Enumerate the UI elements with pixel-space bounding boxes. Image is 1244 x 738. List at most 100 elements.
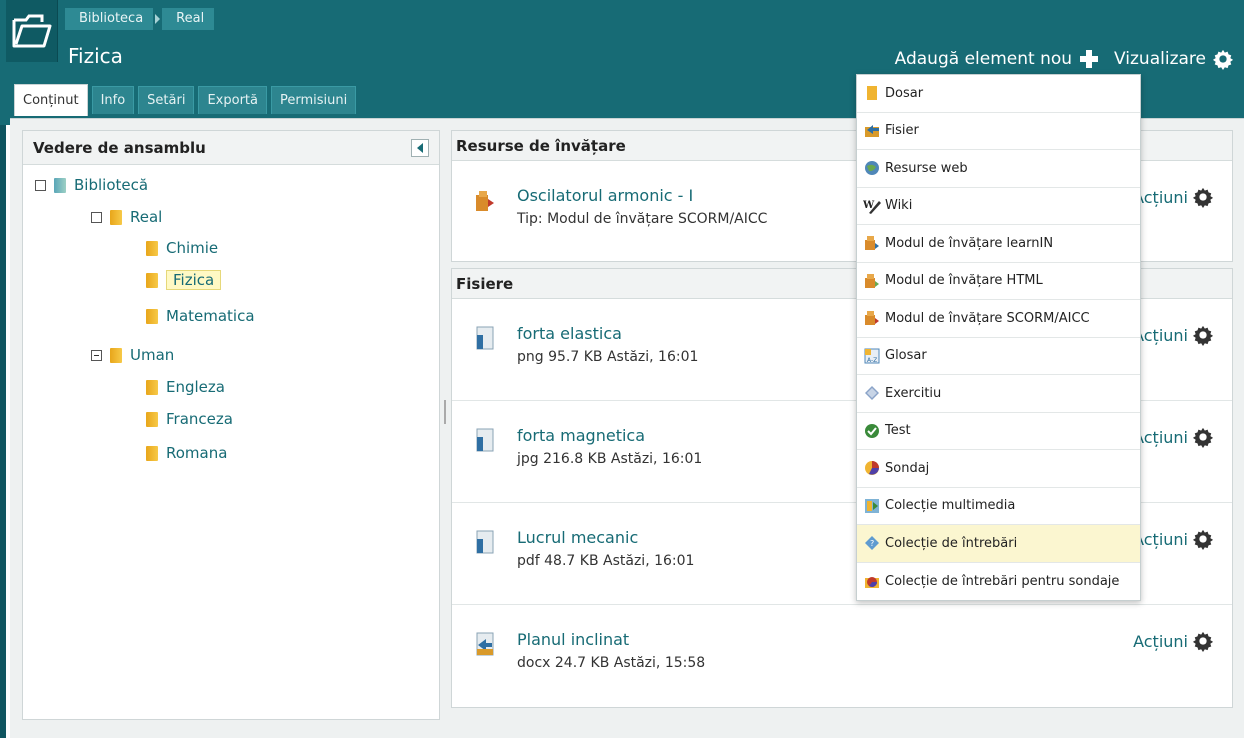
- actions-label: Acțiuni: [1133, 529, 1188, 549]
- breadcrumb-item-biblioteca[interactable]: Biblioteca: [65, 8, 154, 30]
- item-meta: jpg 216.8 KB Astăzi, 16:01: [517, 451, 703, 467]
- tree-item-label: Fizica: [166, 270, 222, 290]
- menu-item-colectie-intrebari-sondaje[interactable]: Colecție de întrebări pentru sondaje: [857, 563, 1140, 601]
- tree-item-real[interactable]: Real: [91, 205, 162, 229]
- gear-icon: [1212, 49, 1234, 70]
- actions-label: Acțiuni: [1133, 325, 1188, 345]
- gear-icon: [1192, 187, 1214, 208]
- menu-item-label: Sondaj: [885, 460, 930, 476]
- overview-title: Vedere de ansamblu: [33, 138, 206, 157]
- panel-splitter[interactable]: [444, 400, 446, 424]
- menu-item-colectie-multimedia[interactable]: Colecție multimedia: [857, 488, 1140, 525]
- menu-item-html-module[interactable]: Modul de învățare HTML: [857, 263, 1140, 300]
- glossary-icon: A-Z: [863, 347, 881, 365]
- expander-icon[interactable]: [35, 179, 46, 191]
- library-icon: [54, 177, 66, 193]
- menu-item-exercitiu[interactable]: Exercitiu: [857, 375, 1140, 413]
- menu-item-label: Colecție de întrebări pentru sondaje: [885, 573, 1120, 589]
- overview-header: Vedere de ansamblu: [23, 131, 439, 165]
- wiki-icon: W: [863, 197, 881, 215]
- add-element-dropdown: Dosar Fisier Resurse web W Wiki Modul de…: [856, 74, 1141, 601]
- actions-menu[interactable]: Acțiuni: [1133, 186, 1214, 208]
- tab-setari[interactable]: Setări: [138, 86, 195, 114]
- tree-item-label: Bibliotecă: [74, 176, 149, 194]
- plus-icon: [1080, 50, 1099, 68]
- menu-item-label: Colecție de întrebări: [885, 535, 1018, 551]
- item-meta: pdf 48.7 KB Astăzi, 16:01: [517, 553, 695, 569]
- actions-label: Acțiuni: [1133, 427, 1188, 447]
- actions-menu[interactable]: Acțiuni: [1133, 630, 1214, 652]
- menu-item-label: Modul de învățare SCORM/AICC: [885, 310, 1090, 326]
- tree-item-uman[interactable]: Uman: [91, 343, 174, 367]
- actions-menu[interactable]: Acțiuni: [1133, 528, 1214, 550]
- folder-icon: [146, 308, 158, 324]
- menu-item-test[interactable]: Test: [857, 413, 1140, 450]
- menu-item-label: Colecție multimedia: [885, 498, 1016, 514]
- scorm-module-icon: [476, 191, 494, 211]
- menu-item-label: Modul de învățare HTML: [885, 273, 1043, 289]
- menu-item-learnin-module[interactable]: Modul de învățare learnIN: [857, 225, 1140, 263]
- tab-permisiuni[interactable]: Permisiuni: [270, 86, 357, 114]
- media-icon: [863, 497, 881, 515]
- menu-item-dosar[interactable]: Dosar: [857, 75, 1140, 113]
- svg-text:A-Z: A-Z: [867, 357, 877, 364]
- tab-info[interactable]: Info: [91, 86, 135, 114]
- tree-item-fizica[interactable]: Fizica: [146, 268, 222, 292]
- expander-icon[interactable]: [91, 211, 102, 223]
- collapse-icon[interactable]: [91, 349, 102, 361]
- menu-item-fisier[interactable]: Fisier: [857, 113, 1140, 150]
- menu-item-label: Dosar: [885, 85, 924, 101]
- menu-item-wiki[interactable]: W Wiki: [857, 188, 1140, 225]
- menu-item-label: Glosar: [885, 348, 927, 364]
- actions-menu[interactable]: Acțiuni: [1133, 324, 1214, 346]
- module-icon: [863, 272, 881, 290]
- tree-item-label: Real: [130, 208, 163, 226]
- gear-icon: [1192, 325, 1214, 346]
- test-icon: [863, 422, 881, 440]
- survey-icon: [863, 459, 881, 477]
- tab-bar: Conținut Info Setări Exportă Permisiuni: [14, 84, 360, 116]
- tab-exporta[interactable]: Exportă: [198, 86, 267, 114]
- module-icon: [863, 234, 881, 252]
- tree-item-label: Matematica: [166, 307, 255, 325]
- item-title-link[interactable]: forta elastica: [517, 324, 622, 343]
- tree-item-franceza[interactable]: Franceza: [146, 407, 233, 431]
- view-button[interactable]: Vizualizare: [1114, 48, 1234, 70]
- menu-item-resurse-web[interactable]: Resurse web: [857, 150, 1140, 188]
- gear-icon: [1192, 631, 1214, 652]
- arrow-left-icon: [417, 143, 423, 153]
- svg-text:?: ?: [870, 539, 874, 548]
- tab-continut[interactable]: Conținut: [14, 84, 88, 116]
- actions-menu[interactable]: Acțiuni: [1133, 426, 1214, 448]
- item-title-link[interactable]: Lucrul mecanic: [517, 528, 638, 547]
- actions-label: Acțiuni: [1133, 187, 1188, 207]
- tree-item-matematica[interactable]: Matematica: [146, 304, 255, 328]
- tree-item-engleza[interactable]: Engleza: [146, 375, 225, 399]
- folder-icon: [146, 445, 158, 461]
- tree-item-romana[interactable]: Romana: [146, 441, 227, 465]
- menu-item-label: Wiki: [885, 198, 913, 214]
- item-title-link[interactable]: Planul inclinat: [517, 630, 629, 649]
- menu-item-scorm-module[interactable]: Modul de învățare SCORM/AICC: [857, 300, 1140, 338]
- tree-item-label: Uman: [130, 346, 175, 364]
- menu-item-glosar[interactable]: A-Z Glosar: [857, 338, 1140, 375]
- collapse-panel-button[interactable]: [411, 139, 429, 157]
- file-icon: [476, 530, 494, 554]
- overview-panel: Vedere de ansamblu Bibliotecă Real Chimi…: [22, 130, 440, 720]
- item-title-link[interactable]: Oscilatorul armonic - I: [517, 186, 693, 205]
- folder-icon: [146, 411, 158, 427]
- item-meta: png 95.7 KB Astăzi, 16:01: [517, 349, 699, 365]
- item-title-link[interactable]: forta magnetica: [517, 426, 645, 445]
- menu-item-colectie-intrebari[interactable]: ? Colecție de întrebări: [857, 525, 1140, 563]
- add-element-label: Adaugă element nou: [894, 49, 1073, 69]
- menu-item-sondaj[interactable]: Sondaj: [857, 450, 1140, 488]
- breadcrumb-item-real[interactable]: Real: [162, 8, 215, 30]
- list-item: Planul inclinat docx 24.7 KB Astăzi, 15:…: [452, 605, 1232, 707]
- breadcrumb-separator: [155, 14, 161, 24]
- breadcrumb: Biblioteca Real: [65, 8, 215, 30]
- tree-item-biblioteca[interactable]: Bibliotecă: [35, 173, 148, 197]
- tree-item-chimie[interactable]: Chimie: [146, 236, 218, 260]
- add-element-button[interactable]: Adaugă element nou: [894, 49, 1099, 69]
- top-actions: Adaugă element nou Vizualizare: [895, 48, 1234, 70]
- folder-icon: [863, 84, 881, 102]
